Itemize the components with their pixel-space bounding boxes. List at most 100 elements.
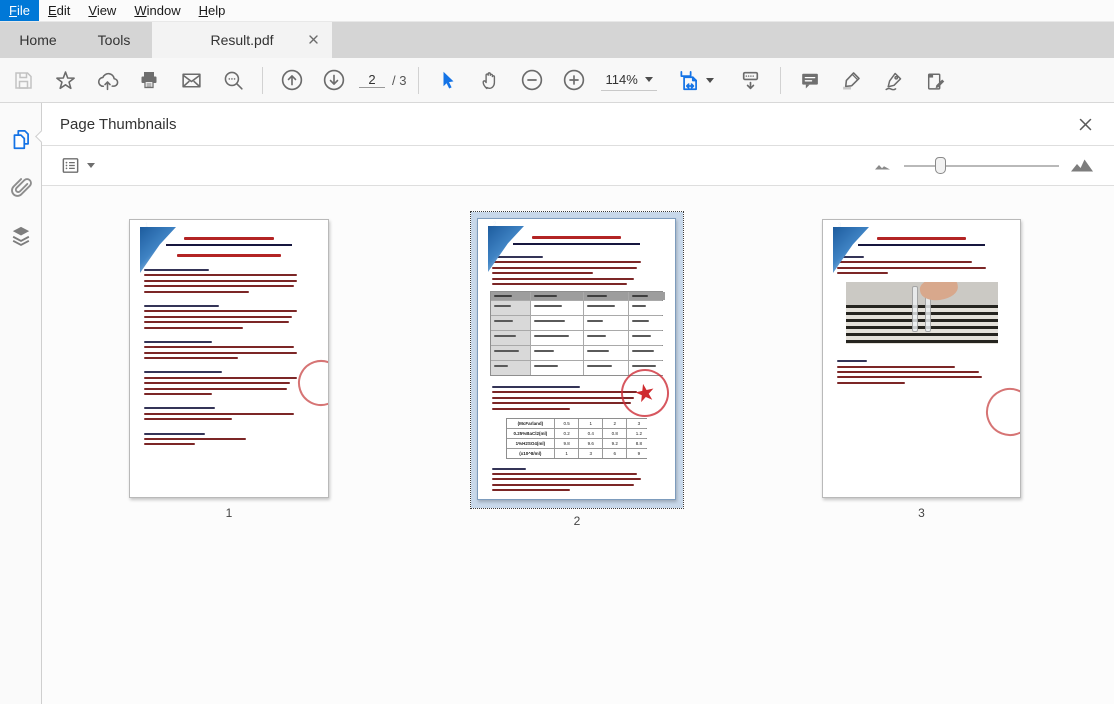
layers-icon (9, 223, 33, 247)
tab-home[interactable]: Home (0, 22, 76, 58)
text-line (492, 391, 637, 393)
menu-help-label: Help (199, 3, 226, 18)
chevron-down-icon (87, 163, 95, 168)
page-thumbnails-icon (9, 127, 33, 151)
text-line (144, 388, 287, 390)
plus-circle-icon (562, 68, 586, 92)
text-line (144, 310, 297, 312)
thumbnail-page-1[interactable]: 1 (129, 219, 329, 498)
specimen-table (490, 291, 663, 376)
table-cell: 3 (627, 419, 650, 428)
text-line (144, 321, 289, 323)
text-line (144, 371, 222, 373)
hand-tool-button[interactable] (469, 62, 511, 98)
hand-icon (479, 69, 501, 91)
email-button[interactable] (170, 62, 212, 98)
text-line (144, 341, 212, 343)
print-button[interactable] (128, 62, 170, 98)
test-tube (912, 286, 918, 332)
zoom-level-dropdown[interactable]: 114% (601, 70, 656, 91)
page-2-text-a (478, 245, 675, 285)
page-number-input[interactable] (359, 72, 385, 88)
text-line (837, 376, 982, 378)
toolbar-separator (780, 67, 781, 94)
sidebar-item-page-thumbnails[interactable] (8, 126, 34, 152)
text-line (837, 382, 905, 384)
sidebar-item-attachments[interactable] (8, 174, 34, 200)
read-mode-button[interactable] (730, 62, 772, 98)
fountain-pen-icon (882, 69, 905, 92)
sidebar-item-layers[interactable] (8, 222, 34, 248)
minus-circle-icon (520, 68, 544, 92)
menu-view-label: View (88, 3, 116, 18)
text-line (492, 278, 634, 280)
table-cell: 1 (579, 419, 602, 428)
thumbnail-size-slider[interactable] (904, 157, 1059, 174)
menu-edit[interactable]: Edit (39, 0, 79, 21)
reduce-thumbnails-button[interactable] (875, 161, 890, 170)
chevron-down-icon (706, 78, 714, 83)
text-line (144, 280, 297, 282)
fit-width-icon (677, 68, 701, 92)
comment-button[interactable] (789, 62, 831, 98)
text-line (492, 402, 631, 404)
text-line (144, 291, 249, 293)
sign-button[interactable] (873, 62, 915, 98)
thumbnails-area: 1 1 2 (McFarland)0.51230.25%BaCl (42, 186, 1114, 704)
menu-file[interactable]: File (0, 0, 39, 21)
printer-icon (138, 69, 160, 91)
arrow-up-circle-icon (280, 68, 304, 92)
menu-window[interactable]: Window (125, 0, 189, 21)
text-line (492, 267, 637, 269)
table-cell: 9.6 (579, 439, 602, 448)
share-button[interactable] (86, 62, 128, 98)
save-button[interactable] (2, 62, 44, 98)
next-page-button[interactable] (313, 62, 355, 98)
text-line (144, 438, 246, 440)
tab-document[interactable]: Result.pdf (152, 22, 332, 58)
menu-file-label: File (9, 3, 30, 18)
table-cell (491, 292, 530, 300)
main-toolbar: / 3 114% (0, 58, 1114, 103)
search-button[interactable] (212, 62, 254, 98)
page-fit-dropdown[interactable] (677, 68, 714, 92)
table-cell: 0.2 (555, 429, 578, 438)
tab-bar: Home Tools Result.pdf (0, 22, 1114, 58)
panel-close-button[interactable] (1078, 117, 1093, 132)
table-cell (629, 316, 665, 330)
menu-help[interactable]: Help (190, 0, 235, 21)
text-line (144, 269, 209, 271)
zoom-out-button[interactable] (511, 62, 553, 98)
enlarge-thumbnails-button[interactable] (1071, 159, 1093, 172)
text-line (144, 285, 294, 287)
search-icon (222, 69, 245, 92)
highlight-button[interactable] (831, 62, 873, 98)
fill-sign-button[interactable] (915, 62, 957, 98)
slider-track[interactable] (904, 165, 1059, 167)
select-tool-button[interactable] (427, 62, 469, 98)
text-line (144, 418, 232, 420)
text-line (144, 393, 212, 395)
text-line (837, 371, 979, 373)
tab-document-label: Result.pdf (210, 32, 273, 48)
menu-bar: File Edit View Window Help (0, 0, 1114, 22)
table-cell (531, 316, 582, 330)
slider-knob[interactable] (935, 157, 946, 174)
thumbnail-page-3[interactable]: 3 (822, 219, 1021, 498)
text-line (144, 332, 314, 335)
tab-tools[interactable]: Tools (76, 22, 152, 58)
panel-header: Page Thumbnails (42, 103, 1114, 146)
zoom-in-button[interactable] (553, 62, 595, 98)
menu-view[interactable]: View (79, 0, 125, 21)
previous-page-button[interactable] (271, 62, 313, 98)
chevron-down-icon (645, 77, 653, 82)
favorite-button[interactable] (44, 62, 86, 98)
text-line (144, 346, 294, 348)
tab-close-icon[interactable] (307, 33, 320, 46)
thumbnail-label-3: 3 (822, 506, 1021, 520)
thumbnail-options-button[interactable] (60, 155, 95, 176)
table-cell: 3 (579, 449, 602, 458)
text-line (837, 366, 955, 368)
thumbnail-page-2[interactable]: 2 (McFarland)0.51230.25%BaCl2(ml)0.20.40… (477, 218, 676, 500)
corner-page-number: 1 (145, 223, 148, 229)
